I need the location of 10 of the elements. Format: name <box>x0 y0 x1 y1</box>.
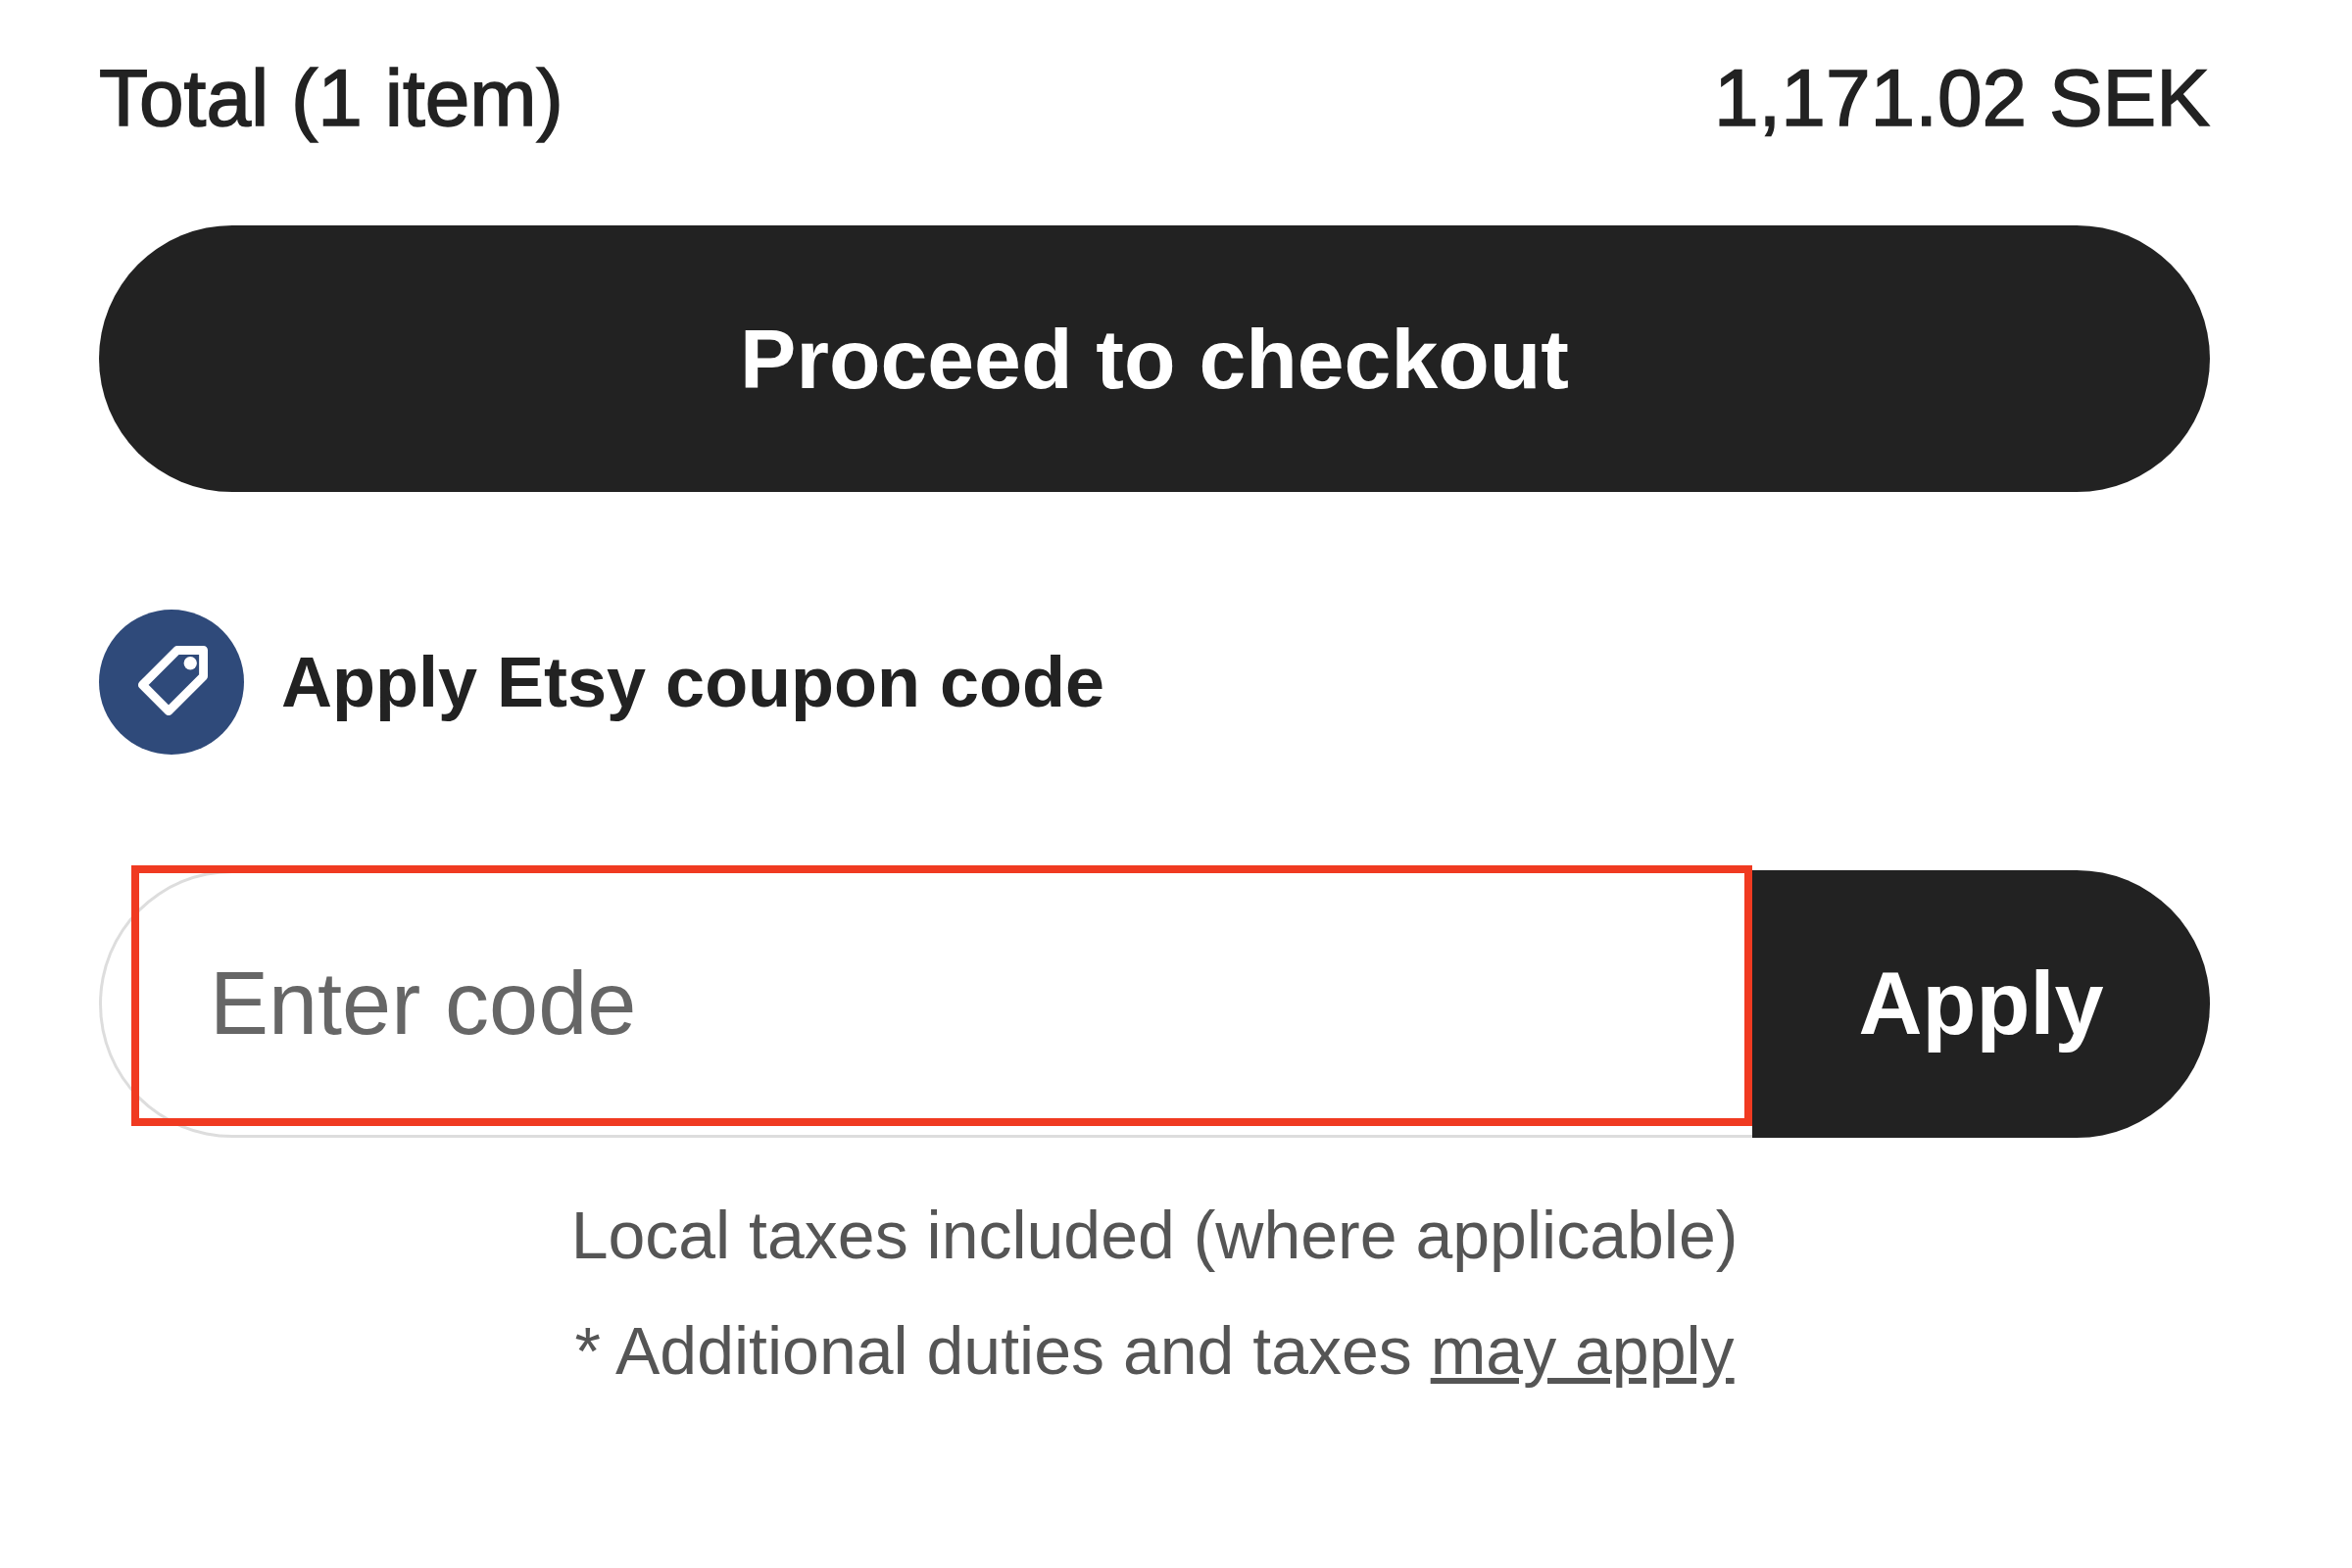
coupon-link[interactable]: Apply Etsy coupon code <box>281 642 1105 722</box>
checkout-button[interactable]: Proceed to checkout <box>99 225 2210 492</box>
tax-note: Local taxes included (where applicable) <box>569 1197 1740 1273</box>
apply-button[interactable]: Apply <box>1752 870 2210 1138</box>
total-label: Total (1 item) <box>99 52 564 144</box>
duties-note: * Additional duties and taxes may apply <box>573 1312 1736 1389</box>
may-apply-link[interactable]: may apply <box>1430 1313 1735 1388</box>
code-input-field[interactable]: Enter code <box>99 870 1752 1138</box>
tag-icon[interactable] <box>99 610 244 755</box>
total-amount: 1,171.02 SEK <box>1713 52 2210 144</box>
